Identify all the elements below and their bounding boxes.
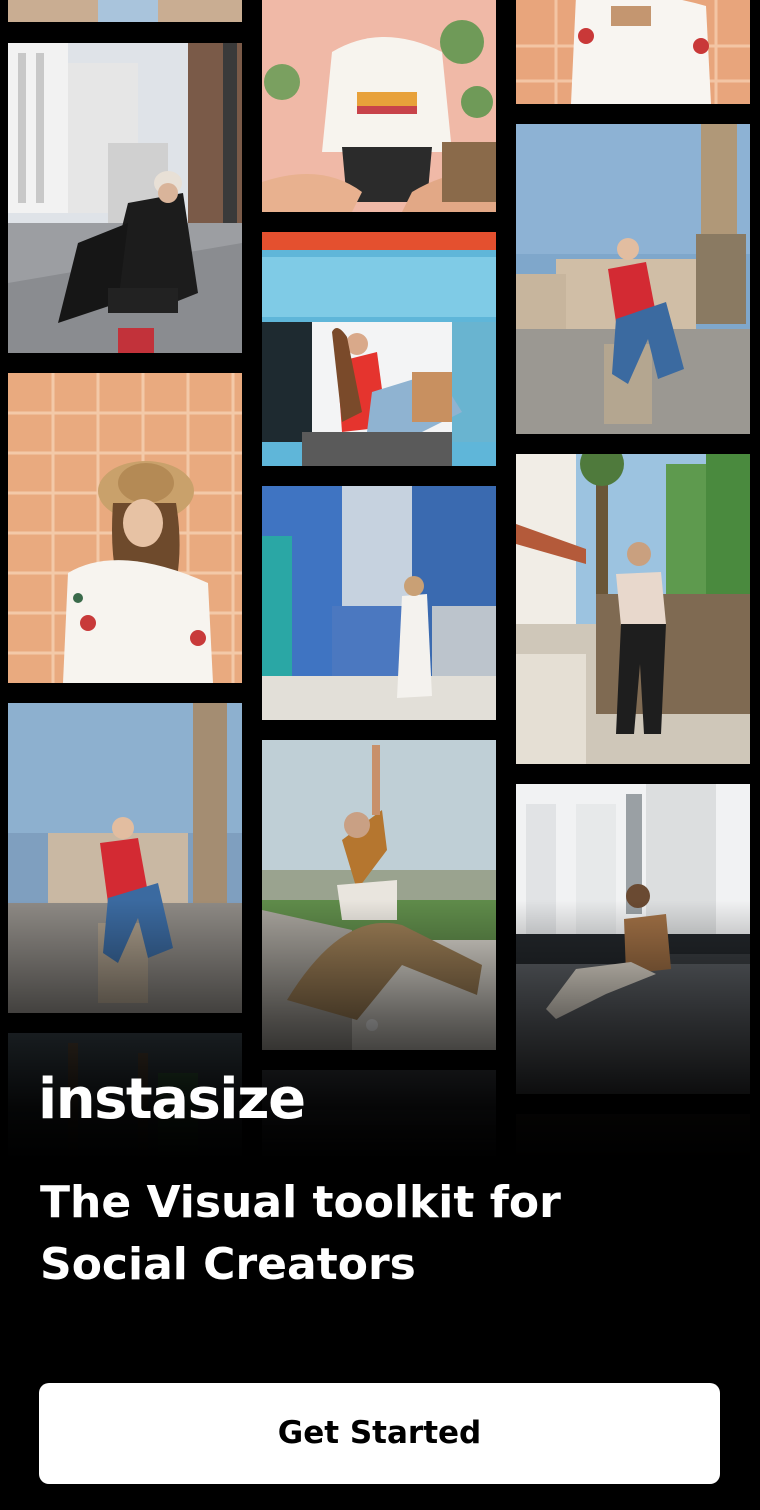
onboarding-screen: instasize The Visual toolkit for Social … (0, 0, 760, 1510)
headline-line-1: The Visual toolkit for (40, 1177, 561, 1228)
instasize-logo: instasize (38, 1067, 306, 1132)
gallery-photo-woman-blue-building (262, 232, 496, 466)
gallery-photo-woman-crouching-street (8, 43, 242, 353)
gallery-photo-woman-blue-alley (262, 486, 496, 720)
gallery-photo-woman-st-peters-square (516, 124, 750, 434)
gallery-photo-woman-embroidered-top (516, 0, 750, 104)
gallery-photo-woman-cactus-garden (516, 454, 750, 764)
get-started-label: Get Started (277, 1415, 482, 1451)
hero-headline: The Visual toolkit for Social Creators (40, 1172, 720, 1296)
get-started-button[interactable]: Get Started (39, 1383, 720, 1484)
gallery-photo-woman-hat-brick-wall (8, 373, 242, 683)
gallery-photo-sky (8, 0, 242, 22)
headline-line-2: Social Creators (40, 1239, 416, 1290)
gallery-photo-woman-graphic-tee (262, 0, 496, 212)
photo-gallery-collage (0, 0, 760, 1160)
